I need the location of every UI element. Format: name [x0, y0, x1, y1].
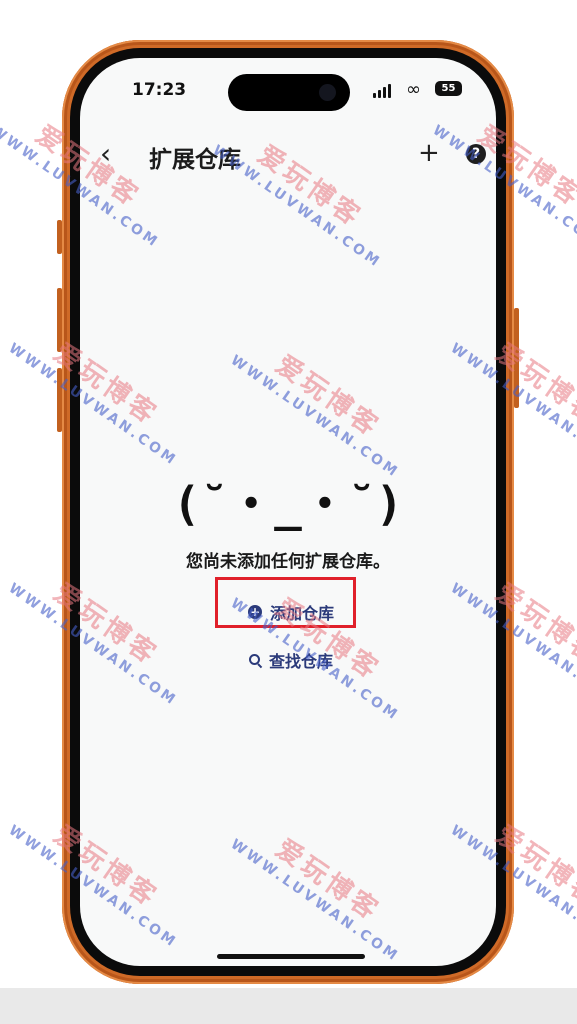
plus-icon[interactable]: + [418, 138, 440, 168]
page-title: 扩展仓库 [149, 147, 241, 173]
highlight-box [215, 577, 356, 628]
empty-message: 您尚未添加任何扩展仓库。 [186, 552, 390, 572]
phone-bezel: 17:23 ∞ 55 ‹ 扩展仓库 + ? (˘・_・˘) 您尚未添加任何扩展仓… [70, 48, 506, 976]
find-repo-label: 查找仓库 [268, 652, 333, 671]
chevron-left-icon[interactable]: ‹ [100, 136, 111, 172]
action-button [57, 220, 62, 254]
home-indicator[interactable] [217, 954, 365, 959]
empty-kaomoji: (˘・_・˘) [172, 477, 404, 531]
screen: 17:23 ∞ 55 ‹ 扩展仓库 + ? (˘・_・˘) 您尚未添加任何扩展仓… [80, 58, 496, 966]
volume-up-button [57, 288, 62, 352]
signal-icon [373, 84, 391, 98]
search-icon [248, 654, 261, 666]
camera-icon [319, 84, 336, 101]
top-app-bar: ‹ 扩展仓库 + ? [80, 130, 496, 180]
help-icon[interactable]: ? [466, 144, 486, 164]
battery-icon: 55 [435, 81, 462, 96]
phone-frame: 17:23 ∞ 55 ‹ 扩展仓库 + ? (˘・_・˘) 您尚未添加任何扩展仓… [57, 40, 519, 984]
link-icon: ∞ [406, 79, 421, 100]
dynamic-island [228, 74, 350, 111]
bottom-bar [0, 988, 577, 1024]
power-button [514, 308, 519, 408]
find-repo-button[interactable]: 查找仓库 [226, 645, 356, 675]
volume-down-button [57, 368, 62, 432]
status-time: 17:23 [132, 80, 187, 100]
